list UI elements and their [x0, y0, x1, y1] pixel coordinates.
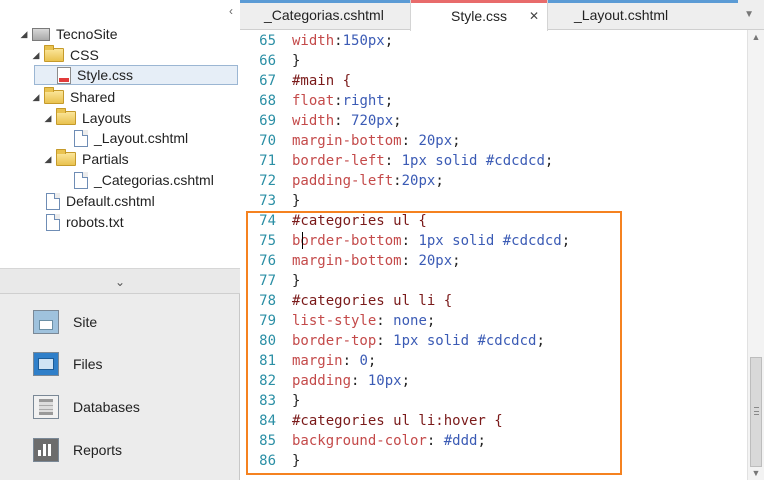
tab-label: _Categorias.cshtml	[264, 7, 384, 23]
tree-root[interactable]: ◢ TecnoSite	[18, 24, 118, 44]
line-number: 72	[259, 173, 276, 189]
database-icon	[33, 395, 59, 419]
highlight-box	[246, 211, 622, 475]
expanded-arrow-icon[interactable]: ◢	[42, 154, 54, 165]
code-line[interactable]: padding-left:20px;	[292, 171, 444, 191]
workspace-site[interactable]: Site	[0, 301, 240, 343]
document-tabs: _Categorias.cshtml Style.css ✕ _Layout.c…	[240, 0, 764, 31]
line-number: 66	[259, 53, 276, 69]
tab-style-css[interactable]: Style.css ✕	[410, 0, 548, 31]
chevron-down-icon[interactable]: ⌄	[115, 275, 125, 289]
line-number: 65	[259, 33, 276, 49]
tree-item-label: _Layout.cshtml	[94, 130, 189, 146]
left-pane: ‹ ◢ TecnoSite ◢ CSS Style.css ◢ Shared ◢…	[0, 0, 240, 480]
tab-stripe	[548, 0, 738, 3]
line-number: 67	[259, 73, 276, 89]
css-file-icon	[57, 66, 71, 84]
code-line[interactable]: }	[292, 191, 300, 211]
tree-item-label: Shared	[70, 89, 116, 105]
tree-item-partials-folder[interactable]: ◢ Partials	[42, 149, 129, 169]
tree-item-label: _Categorias.cshtml	[94, 172, 214, 188]
collapse-pane-icon[interactable]: ‹	[224, 4, 238, 18]
tree-item-label: Style.css	[77, 67, 134, 83]
tree-item-layouts-folder[interactable]: ◢ Layouts	[42, 108, 131, 128]
tree-root-label: TecnoSite	[56, 26, 118, 42]
file-icon	[46, 192, 60, 210]
tab-stripe	[240, 0, 410, 3]
tree-item-label: Partials	[82, 151, 129, 167]
site-home-icon	[33, 310, 59, 334]
file-icon	[74, 129, 88, 147]
tree-item-categorias-cshtml[interactable]: _Categorias.cshtml	[74, 170, 214, 190]
tab-label: _Layout.cshtml	[574, 7, 669, 23]
grip-icon	[754, 407, 759, 415]
tab-dropdown-icon[interactable]: ▼	[744, 9, 754, 20]
workspace-label: Site	[73, 314, 98, 330]
scrollbar-thumb[interactable]	[750, 357, 762, 467]
tab-categorias-cshtml[interactable]: _Categorias.cshtml	[240, 0, 410, 30]
scroll-down-icon[interactable]: ▼	[748, 468, 764, 478]
code-line[interactable]: #main {	[292, 71, 351, 91]
close-icon[interactable]: ✕	[529, 9, 539, 23]
tree-item-layout-cshtml[interactable]: _Layout.cshtml	[74, 128, 188, 148]
tree-item-robots-txt[interactable]: robots.txt	[46, 212, 124, 232]
workspace-label: Files	[73, 356, 103, 372]
site-icon	[32, 27, 50, 41]
tab-label: Style.css	[451, 7, 508, 24]
expanded-arrow-icon[interactable]: ◢	[18, 29, 30, 40]
code-line[interactable]: margin-bottom: 20px;	[292, 131, 461, 151]
vertical-scrollbar[interactable]: ▲ ▼	[747, 30, 764, 480]
reports-chart-icon	[33, 438, 59, 462]
tree-item-label: robots.txt	[66, 214, 124, 230]
tab-stripe	[411, 0, 547, 3]
line-number: 69	[259, 113, 276, 129]
tree-item-shared-folder[interactable]: ◢ Shared	[30, 87, 115, 107]
line-number: 71	[259, 153, 276, 169]
tree-item-style-css[interactable]: Style.css	[34, 65, 238, 85]
tree-item-default-cshtml[interactable]: Default.cshtml	[46, 191, 155, 211]
scroll-up-icon[interactable]: ▲	[748, 32, 764, 42]
folder-icon	[56, 108, 76, 125]
line-number: 68	[259, 93, 276, 109]
workspace-reports[interactable]: Reports	[0, 429, 240, 471]
expanded-arrow-icon[interactable]: ◢	[30, 92, 42, 103]
workspace-label: Databases	[73, 399, 140, 415]
code-line[interactable]: }	[292, 51, 300, 71]
line-number: 70	[259, 133, 276, 149]
workspace-label: Reports	[73, 442, 123, 458]
expanded-arrow-icon[interactable]: ◢	[30, 50, 42, 61]
workspace-files[interactable]: Files	[0, 343, 240, 385]
workspace-databases[interactable]: Databases	[0, 386, 240, 428]
code-line[interactable]: float:right;	[292, 91, 393, 111]
files-icon	[33, 352, 59, 376]
file-icon	[74, 171, 88, 189]
tree-item-label: Default.cshtml	[66, 193, 155, 209]
tree-item-label: CSS	[70, 47, 99, 63]
code-line[interactable]: width:150px;	[292, 31, 393, 51]
file-icon	[46, 213, 60, 231]
line-number: 73	[259, 193, 276, 209]
folder-icon	[44, 45, 64, 62]
folder-icon	[44, 87, 64, 104]
code-line[interactable]: width: 720px;	[292, 111, 402, 131]
expanded-arrow-icon[interactable]: ◢	[42, 113, 54, 124]
pane-splitter[interactable]: ⌄	[0, 268, 240, 294]
tree-item-css-folder[interactable]: ◢ CSS	[30, 45, 99, 65]
tree-item-label: Layouts	[82, 110, 132, 126]
folder-icon	[56, 149, 76, 166]
code-editor: _Categorias.cshtml Style.css ✕ _Layout.c…	[240, 0, 764, 480]
tab-layout-cshtml[interactable]: _Layout.cshtml	[548, 0, 738, 30]
file-tree: ‹ ◢ TecnoSite ◢ CSS Style.css ◢ Shared ◢…	[0, 0, 240, 268]
code-line[interactable]: border-left: 1px solid #cdcdcd;	[292, 151, 553, 171]
text-cursor	[302, 232, 303, 249]
